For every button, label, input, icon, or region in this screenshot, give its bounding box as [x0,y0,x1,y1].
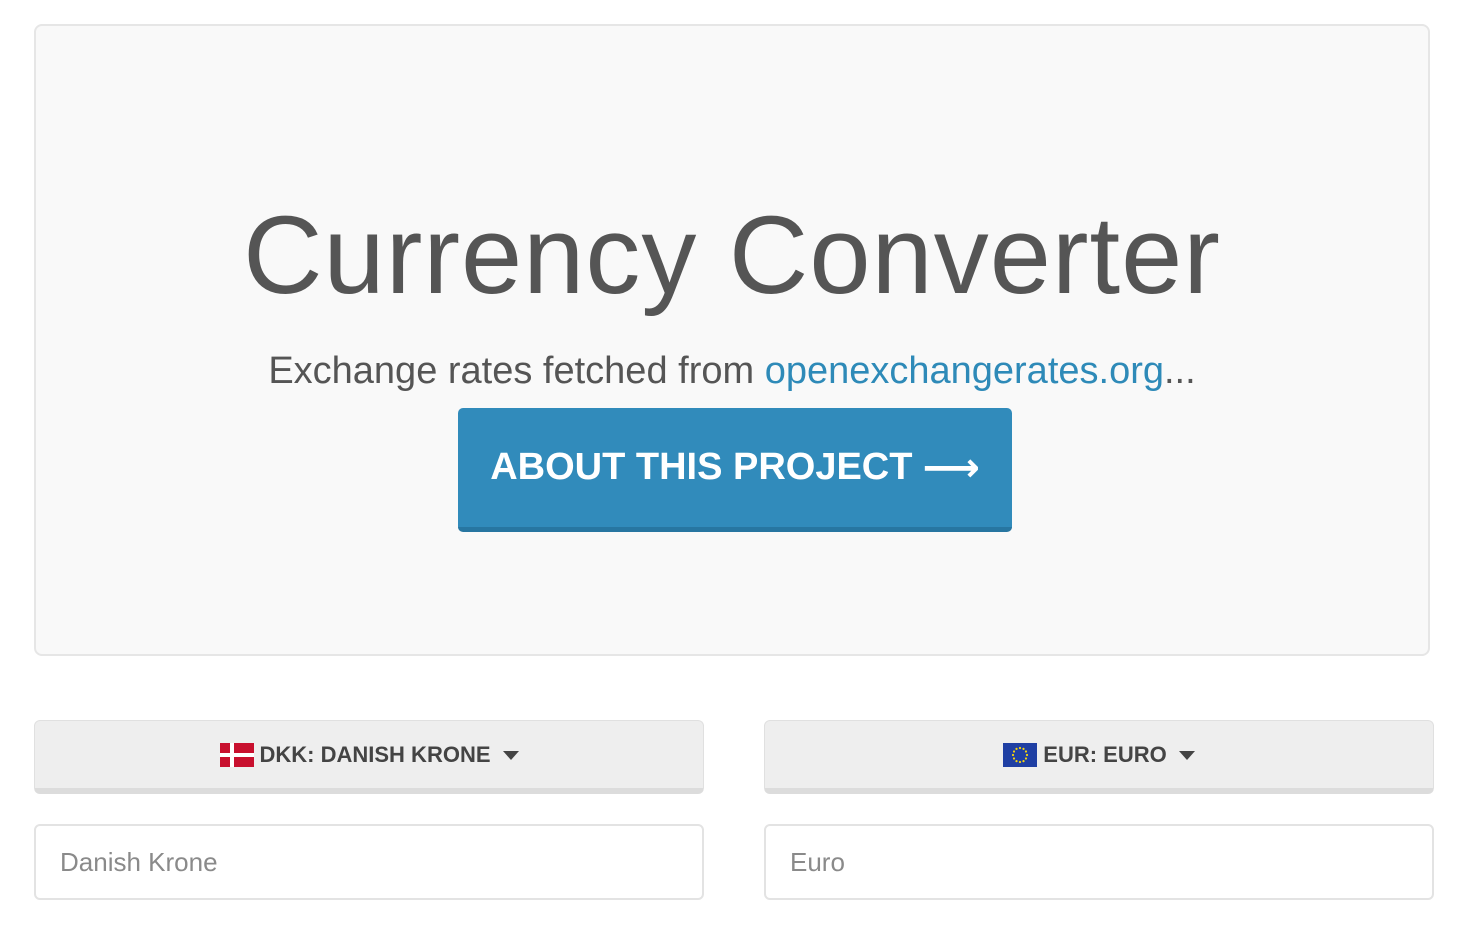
eu-flag-icon [1003,742,1038,767]
about-project-button[interactable]: ABOUT THIS PROJECT ⟶ [458,408,1012,532]
hero-subtitle: Exchange rates fetched from openexchange… [36,348,1428,394]
arrow-right-icon: ⟶ [922,445,980,490]
page-title: Currency Converter [243,194,1221,317]
about-project-label: ABOUT THIS PROJECT [490,446,913,488]
from-amount-input[interactable] [34,824,704,900]
subtitle-ellipsis: ... [1163,350,1196,392]
to-amount-input[interactable] [764,824,1434,900]
subtitle-text: Exchange rates fetched from [268,350,765,392]
chevron-down-icon [502,751,519,760]
openexchangerates-link[interactable]: openexchangerates.org [765,350,1164,392]
from-currency-label: DKK: DANISH KRONE [259,741,491,767]
denmark-flag-icon [219,742,254,767]
to-currency-label: EUR: EURO [1043,741,1167,767]
hero-panel: Currency Converter Exchange rates fetche… [34,24,1430,656]
to-currency-dropdown[interactable]: EUR: EURO [764,720,1434,794]
chevron-down-icon [1178,751,1195,760]
page: Currency Converter Exchange rates fetche… [0,0,1472,932]
from-currency-dropdown[interactable]: DKK: DANISH KRONE [34,720,704,794]
